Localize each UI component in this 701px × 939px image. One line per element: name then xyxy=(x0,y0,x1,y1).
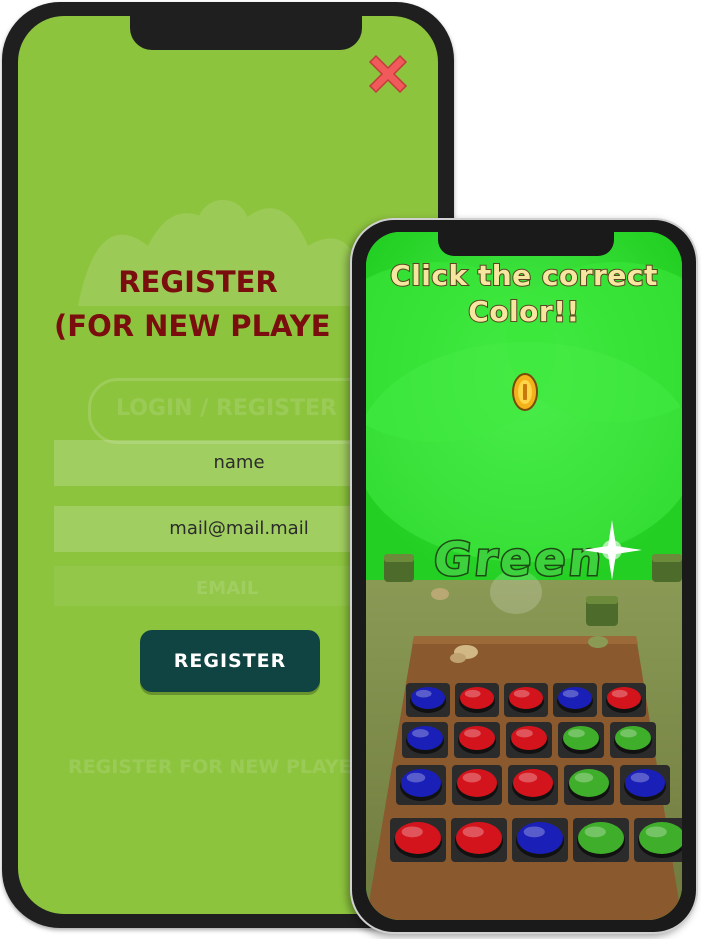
color-button-blue[interactable] xyxy=(553,683,597,717)
game-phone-frame: Click the correct Color!! Green xyxy=(350,218,698,934)
register-title-line1: REGISTER xyxy=(118,265,278,299)
color-button-red[interactable] xyxy=(602,683,646,717)
color-button-green[interactable] xyxy=(558,722,604,758)
phone-notch xyxy=(130,16,362,50)
sparkle-icon xyxy=(582,520,642,580)
color-button-red[interactable] xyxy=(506,722,552,758)
faded-register-link: REGISTER FOR NEW PLAYER xyxy=(68,756,367,778)
color-button-green[interactable] xyxy=(573,818,629,862)
phone-notch xyxy=(438,232,614,256)
color-button-red[interactable] xyxy=(452,765,502,805)
color-button-blue[interactable] xyxy=(512,818,568,862)
faded-login-text: LOGIN / REGISTER xyxy=(116,396,337,421)
color-button-red[interactable] xyxy=(451,818,507,862)
color-button-red[interactable] xyxy=(504,683,548,717)
register-title: REGISTER (FOR NEW PLAYE xyxy=(48,260,348,348)
color-button-red[interactable] xyxy=(454,722,500,758)
register-button[interactable]: REGISTER xyxy=(140,630,320,692)
instruction-text: Click the correct Color!! xyxy=(366,258,682,330)
coin-icon xyxy=(512,373,538,411)
color-button-blue[interactable] xyxy=(406,683,450,717)
color-button-red[interactable] xyxy=(455,683,499,717)
color-button-green[interactable] xyxy=(564,765,614,805)
instruction-line1: Click the correct xyxy=(389,258,658,293)
target-color-word: Green xyxy=(430,531,609,588)
game-screen: Click the correct Color!! Green xyxy=(366,232,682,920)
instruction-line2: Color!! xyxy=(467,294,580,329)
color-button-red[interactable] xyxy=(508,765,558,805)
color-button-blue[interactable] xyxy=(396,765,446,805)
color-button-blue[interactable] xyxy=(620,765,670,805)
color-button-blue[interactable] xyxy=(402,722,448,758)
color-button-green[interactable] xyxy=(634,818,682,862)
color-button-green[interactable] xyxy=(610,722,656,758)
close-x-icon[interactable] xyxy=(364,50,412,98)
register-title-line2: (FOR NEW PLAYE xyxy=(54,309,331,343)
color-button-red[interactable] xyxy=(390,818,446,862)
